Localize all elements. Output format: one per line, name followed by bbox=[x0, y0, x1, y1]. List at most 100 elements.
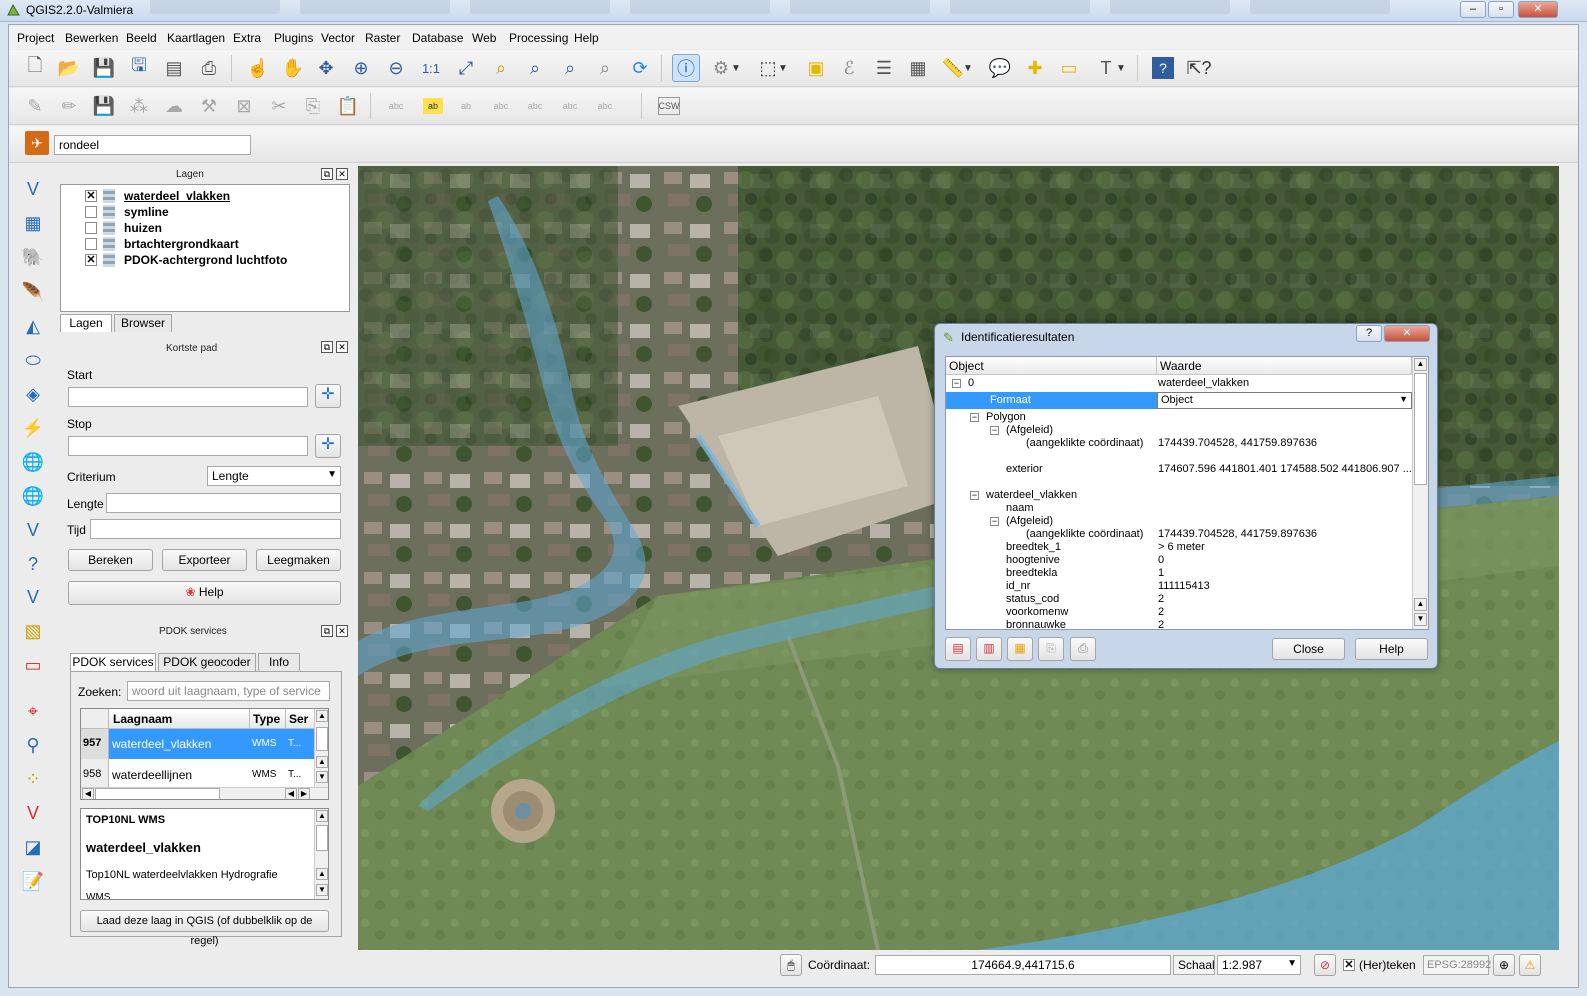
dialog-close-icon[interactable]: ✕ bbox=[1384, 325, 1430, 342]
field-calculator-icon[interactable]: ▦ bbox=[904, 54, 932, 82]
add-wms-layer-icon[interactable]: ⚡ bbox=[19, 414, 47, 442]
scroll-left-icon[interactable]: ◀ bbox=[82, 788, 94, 799]
whats-this-icon[interactable]: ⇱? bbox=[1185, 54, 1213, 82]
pan-to-selection-icon[interactable]: ✥ bbox=[312, 54, 340, 82]
menu-project[interactable]: Project bbox=[17, 31, 54, 45]
add-vector-layer-icon[interactable]: V bbox=[19, 175, 47, 203]
scroll-up-icon[interactable]: ▲ bbox=[1414, 358, 1427, 371]
layer-checkbox[interactable] bbox=[85, 238, 97, 250]
scale-select[interactable]: 1:2.987 ▼ bbox=[1217, 955, 1301, 975]
expression-select-icon[interactable]: ℰ bbox=[835, 54, 863, 82]
add-wcs-layer-icon[interactable]: 🌐 bbox=[19, 448, 47, 476]
topology-checker-icon[interactable]: V bbox=[19, 799, 47, 827]
stop-capture-button[interactable]: ✛ bbox=[315, 434, 341, 458]
export-button[interactable]: Exporteer bbox=[162, 549, 247, 571]
extents-toggle-icon[interactable]: 🖱 bbox=[780, 954, 802, 976]
scroll-down-icon[interactable]: ▼ bbox=[1414, 613, 1427, 626]
copy-feature-icon[interactable]: ⎘ bbox=[1038, 637, 1064, 661]
tree-row[interactable]: breedtekla 1 bbox=[946, 567, 1412, 580]
move-feature-icon[interactable]: ☁ bbox=[160, 92, 188, 120]
tree-scrollbar[interactable]: ▲ ▲ ▼ bbox=[1412, 357, 1428, 629]
toggle-editing-icon[interactable]: ✎ bbox=[21, 92, 49, 120]
close-panel-icon[interactable]: ✕ bbox=[336, 341, 348, 353]
metadata-icon[interactable]: 📝 bbox=[19, 867, 47, 895]
help-button[interactable]: ❀ Help bbox=[68, 581, 341, 605]
menu-beeld[interactable]: Beeld bbox=[126, 31, 157, 45]
tree-row[interactable]: (aangeklikte coördinaat) 174439.704528, … bbox=[946, 528, 1412, 541]
add-raster-layer-icon[interactable]: ▦ bbox=[19, 209, 47, 237]
pencil-icon[interactable]: ✏ bbox=[55, 92, 83, 120]
scroll-right-icon[interactable]: ▶ bbox=[298, 788, 310, 799]
tree-row[interactable]: breedtek_1 > 6 meter bbox=[946, 541, 1412, 554]
new-bookmark-icon[interactable]: ✚ bbox=[1021, 54, 1049, 82]
column-header-laagnaam[interactable]: Laagnaam bbox=[109, 709, 250, 729]
copy-icon[interactable]: ⎘ bbox=[299, 92, 327, 120]
zoom-out-icon[interactable]: ⊖ bbox=[382, 54, 410, 82]
add-spatialite-layer-icon[interactable]: 🪶 bbox=[19, 278, 47, 306]
messages-warning-icon[interactable]: ⚠ bbox=[1519, 954, 1541, 976]
scroll-down-icon[interactable]: ▼ bbox=[316, 771, 328, 783]
close-panel-icon[interactable]: ✕ bbox=[336, 168, 348, 180]
tree-row[interactable]: − waterdeel_vlakken bbox=[946, 489, 1412, 502]
collapse-all-icon[interactable]: ▥ bbox=[976, 637, 1002, 661]
layer-checkbox[interactable]: ✕ bbox=[85, 190, 97, 202]
rotate-label-icon[interactable]: abc bbox=[556, 92, 584, 120]
new-project-icon[interactable]: 🗋 bbox=[21, 54, 49, 82]
add-postgis-layer-icon[interactable]: 🐘 bbox=[19, 243, 47, 271]
search-input[interactable]: rondeel bbox=[54, 135, 251, 155]
layer-item[interactable]: brtachtergrondkaart bbox=[61, 236, 349, 252]
column-header-value[interactable]: Waarde bbox=[1157, 357, 1412, 375]
table-vertical-scrollbar[interactable]: ▲ ▲ ▼ bbox=[314, 709, 328, 787]
deselect-icon[interactable]: ▣ bbox=[802, 54, 830, 82]
tree-row[interactable]: − (Afgeleid) bbox=[946, 424, 1412, 437]
menu-processing[interactable]: Processing bbox=[509, 31, 568, 45]
scroll-up-icon[interactable]: ▲ bbox=[316, 868, 328, 880]
save-project-icon[interactable]: 💾 bbox=[90, 54, 118, 82]
start-input[interactable] bbox=[68, 387, 308, 407]
csw-icon[interactable]: CSW bbox=[658, 97, 680, 115]
scroll-thumb[interactable] bbox=[95, 788, 220, 799]
collapse-icon[interactable]: − bbox=[990, 426, 999, 435]
tab-info[interactable]: Info bbox=[258, 653, 300, 671]
scroll-down-icon[interactable]: ▼ bbox=[316, 884, 328, 896]
zoom-full-icon[interactable]: ⤢ bbox=[452, 54, 480, 82]
load-layer-button[interactable]: Laad deze laag in QGIS (of dubbelklik op… bbox=[80, 910, 329, 947]
tree-row[interactable]: − 0 waterdeel_vlakken bbox=[946, 377, 1412, 390]
collapse-icon[interactable]: − bbox=[952, 379, 961, 388]
scroll-thumb[interactable] bbox=[316, 825, 328, 851]
search-plugin-icon[interactable]: ✈ bbox=[25, 131, 49, 155]
calculate-button[interactable]: Bereken bbox=[68, 549, 153, 571]
layer-item[interactable]: ✕ waterdeel_vlakken bbox=[61, 188, 349, 204]
tree-row[interactable]: bronnauwke 2 bbox=[946, 619, 1412, 629]
tree-row[interactable]: exterior 174607.596 441801.401 174588.50… bbox=[946, 463, 1412, 476]
column-header-type[interactable]: Type bbox=[250, 709, 286, 729]
collapse-icon[interactable]: − bbox=[970, 491, 979, 500]
menu-help[interactable]: Help bbox=[574, 31, 599, 45]
add-oracle-layer-icon[interactable]: ⬭ bbox=[19, 346, 47, 374]
pdok-search-input[interactable]: woord uit laagnaam, type of service bbox=[127, 681, 330, 701]
maximize-button[interactable]: ▫ bbox=[1488, 1, 1514, 18]
chevron-down-icon[interactable]: ▼ bbox=[961, 54, 975, 82]
zoom-native-icon[interactable]: 1:1 bbox=[417, 54, 445, 82]
minimize-button[interactable]: – bbox=[1460, 1, 1486, 18]
scroll-thumb[interactable] bbox=[1414, 373, 1427, 485]
table-row[interactable]: 957 waterdeel_vlakken WMS T... bbox=[81, 729, 314, 759]
layer-item[interactable]: ✕ PDOK-achtergrond luchtfoto bbox=[61, 252, 349, 268]
tree-row[interactable]: − (Afgeleid) bbox=[946, 515, 1412, 528]
map-tips-icon[interactable]: 💬 bbox=[986, 54, 1014, 82]
table-row[interactable]: 958 waterdeellijnen WMS T... bbox=[81, 759, 314, 787]
close-button[interactable]: Close bbox=[1272, 638, 1345, 660]
add-db2-layer-icon[interactable]: ◈ bbox=[19, 380, 47, 408]
add-delimited-text-icon[interactable]: V bbox=[19, 516, 47, 544]
change-label-icon[interactable]: abc bbox=[591, 92, 619, 120]
attribute-table-icon[interactable]: ☰ bbox=[870, 54, 898, 82]
start-capture-button[interactable]: ✛ bbox=[315, 384, 341, 408]
stop-input[interactable] bbox=[68, 436, 308, 456]
add-virtual-layer-icon[interactable]: ? bbox=[19, 550, 47, 578]
column-header-service[interactable]: Ser bbox=[286, 709, 314, 729]
new-spatialite-icon[interactable]: ▧ bbox=[19, 617, 47, 645]
help-contents-icon[interactable]: ? bbox=[1152, 57, 1174, 79]
collapse-icon[interactable]: − bbox=[990, 517, 999, 526]
dialog-help-button[interactable]: Help bbox=[1355, 638, 1428, 660]
tree-row[interactable]: voorkomenw 2 bbox=[946, 606, 1412, 619]
